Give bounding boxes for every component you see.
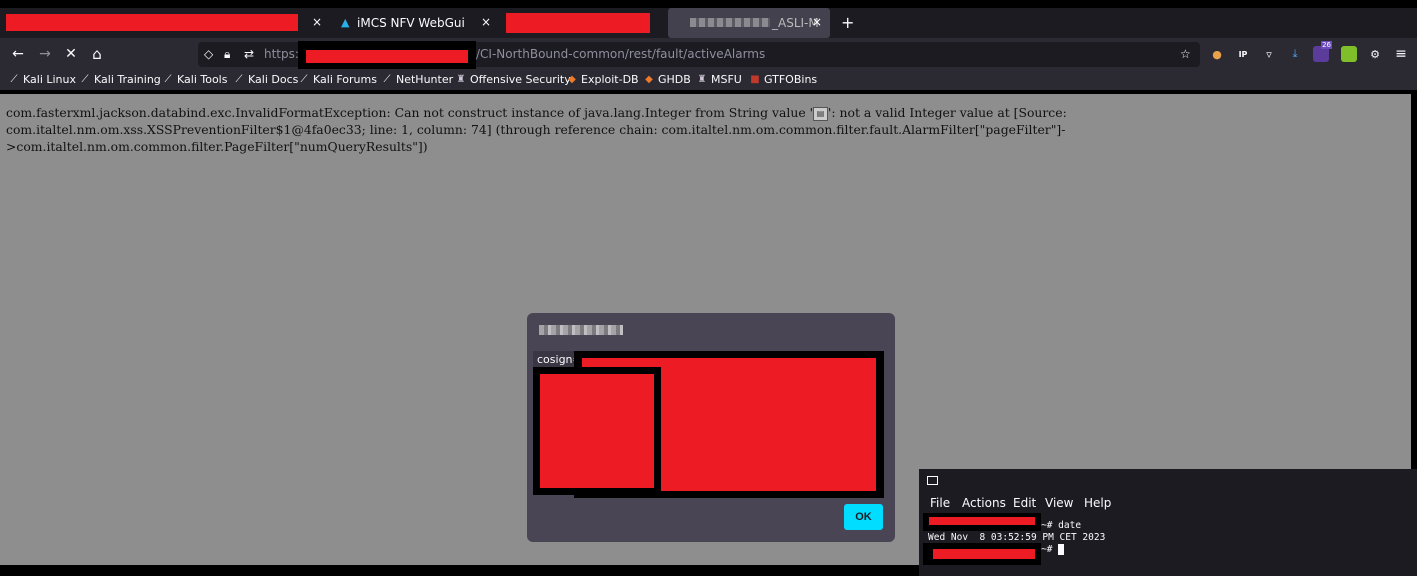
bookmark-item[interactable]: ■ GTFOBins	[749, 73, 817, 86]
back-button[interactable]: ←	[8, 44, 28, 64]
tab-asli[interactable]: _ASLI-M ×	[668, 8, 830, 38]
exploitdb-icon: ◆	[568, 73, 576, 85]
tab-redacted-2[interactable]	[500, 8, 656, 38]
gear-icon[interactable]: ⚙	[1367, 46, 1383, 62]
bookmark-item[interactable]: ⟋ Kali Training	[79, 73, 161, 86]
redaction-block	[923, 543, 1041, 565]
bookmark-item[interactable]: ◆ Exploit-DB	[566, 73, 639, 86]
bookmark-label: Kali Tools	[177, 73, 228, 86]
bookmark-item[interactable]: ⟋ Kali Tools	[162, 73, 228, 86]
bookmark-item[interactable]: ♜ MSFU	[696, 73, 742, 86]
kali-dragon-icon: ⟋	[235, 73, 243, 85]
kali-dragon-icon: ⟋	[300, 73, 308, 85]
kali-dragon-icon: ⟋	[10, 73, 18, 85]
shield-icon[interactable]: ◇	[204, 47, 213, 61]
kali-dragon-icon: ⟋	[164, 73, 172, 85]
redaction-block	[933, 549, 1035, 559]
ok-button[interactable]: OK	[844, 504, 883, 530]
blurred-text	[690, 18, 770, 27]
imcs-logo-icon: ▲	[341, 16, 350, 29]
tab-strip: × ▲ iMCS NFV WebGui × _ASLI-M × +	[0, 8, 1417, 38]
redaction-block	[923, 513, 1041, 531]
bookmark-label: GHDB	[658, 73, 691, 86]
redaction-block	[506, 13, 650, 33]
bookmark-label: MSFU	[711, 73, 742, 86]
bookmark-label: NetHunter	[396, 73, 454, 86]
badge-count: 26	[1321, 41, 1332, 49]
lock-icon[interactable]: 🔒︎	[224, 47, 230, 62]
terminal-window: File Actions Edit View Help ~# date Wed …	[919, 469, 1417, 576]
new-tab-button[interactable]: +	[841, 13, 854, 32]
stop-button[interactable]: ✕	[61, 44, 81, 64]
forward-button[interactable]: →	[35, 44, 55, 64]
url-path: /CI-NorthBound-common/rest/fault/activeA…	[476, 47, 766, 61]
msfu-icon: ♜	[697, 73, 707, 85]
terminal-prompt: ~# date	[1041, 520, 1082, 531]
terminal-prompt-2[interactable]: ~#	[1041, 544, 1065, 555]
bookmark-item[interactable]: ⟋ NetHunter	[381, 73, 454, 86]
offsec-icon: ♜	[456, 73, 466, 85]
downloads-icon[interactable]: ⤓	[1287, 46, 1303, 62]
redaction-block	[306, 50, 468, 63]
app-menu-icon[interactable]: ≡	[1393, 46, 1409, 62]
terminal-output: Wed Nov 8 03:52:59 PM CET 2023	[928, 532, 1106, 543]
close-tab-icon[interactable]: ×	[812, 15, 822, 29]
bookmark-item[interactable]: ♜ Offensive Security	[455, 73, 571, 86]
bookmark-label: Offensive Security	[470, 73, 571, 86]
ip-extension-icon[interactable]: IP	[1235, 46, 1251, 62]
file-icon: ▤	[813, 106, 829, 121]
extension-cookie-icon[interactable]: ●	[1209, 46, 1225, 62]
prompt-text: ~#	[1041, 544, 1059, 555]
menu-actions[interactable]: Actions	[962, 496, 1006, 510]
menu-file[interactable]: File	[930, 496, 950, 510]
bookmark-item[interactable]: ⟋ Kali Linux	[8, 73, 77, 86]
bookmark-star-icon[interactable]: ☆	[1180, 47, 1191, 61]
bookmarks-toolbar: ⟋ Kali Linux ⟋ Kali Training ⟋ Kali Tools ⟋ Kal…	[0, 70, 1417, 90]
redaction-block	[929, 517, 1035, 525]
dialog-title-blurred	[539, 325, 623, 335]
bookmark-item[interactable]: ⟋ Kali Forums	[298, 73, 377, 86]
extension-badge-icon[interactable]: 26	[1313, 41, 1332, 62]
ghdb-icon: ◆	[645, 73, 653, 85]
tab-redacted[interactable]: ×	[0, 8, 330, 38]
error-message: com.fasterxml.jackson.databind.exc.Inval…	[6, 104, 1402, 155]
navigation-bar: ← → ✕ ⌂ ◇ 🔒︎ ⇄ https:/ /CI-NorthBound-co…	[0, 38, 1417, 70]
bookmark-label: Kali Docs	[248, 73, 299, 86]
bookmark-label: GTFOBins	[764, 73, 818, 86]
gtfobins-icon: ■	[750, 73, 760, 85]
kali-dragon-icon: ⟋	[383, 73, 391, 85]
redaction-block	[540, 374, 654, 488]
terminal-icon	[927, 476, 938, 485]
error-text-part1: com.fasterxml.jackson.databind.exc.Inval…	[6, 105, 814, 120]
redaction-block	[533, 367, 661, 495]
alert-dialog: cosign= OK	[527, 313, 895, 542]
tab-active-imcs[interactable]: ▲ iMCS NFV WebGui ×	[331, 8, 499, 38]
bookmark-label: Kali Linux	[23, 73, 77, 86]
kali-dragon-icon: ⟋	[81, 73, 89, 85]
bookmark-label: Exploit-DB	[581, 73, 639, 86]
menu-edit[interactable]: Edit	[1013, 496, 1036, 510]
terminal-cursor	[1058, 544, 1065, 555]
proxy-extension-icon[interactable]	[1341, 46, 1357, 62]
permissions-icon[interactable]: ⇄	[244, 47, 254, 61]
redaction-block	[6, 14, 298, 31]
bookmark-label: Kali Forums	[313, 73, 377, 86]
bookmark-item[interactable]: ◆ GHDB	[643, 73, 691, 86]
tab-label: iMCS NFV WebGui	[357, 16, 465, 30]
close-tab-icon[interactable]: ×	[481, 15, 491, 29]
redaction-block	[298, 41, 476, 69]
menu-help[interactable]: Help	[1084, 496, 1111, 510]
bookmark-item[interactable]: ⟋ Kali Docs	[233, 73, 299, 86]
bookmark-label: Kali Training	[94, 73, 161, 86]
home-button[interactable]: ⌂	[87, 44, 107, 64]
menu-view[interactable]: View	[1045, 496, 1073, 510]
close-tab-icon[interactable]: ×	[312, 15, 322, 29]
url-bar[interactable]: ◇ 🔒︎ ⇄ https:/ /CI-NorthBound-common/res…	[198, 41, 1200, 69]
pocket-icon[interactable]: ▿	[1261, 46, 1277, 62]
